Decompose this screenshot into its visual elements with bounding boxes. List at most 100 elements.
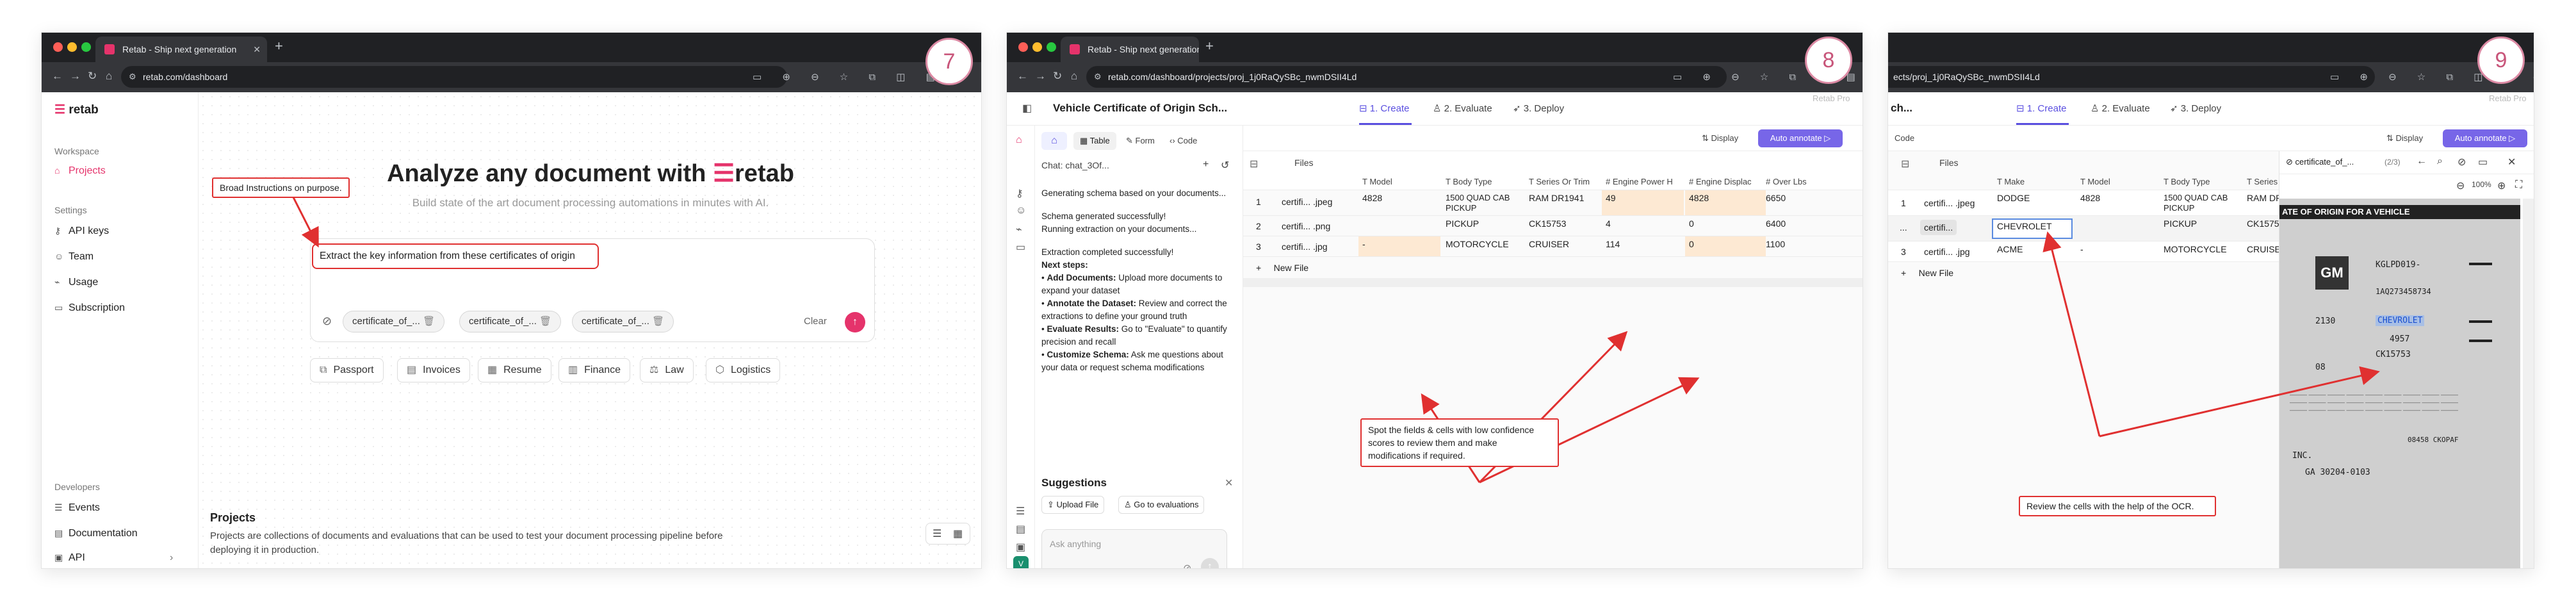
forward-icon[interactable]: → <box>1035 70 1046 83</box>
maximize-window-button[interactable] <box>1047 42 1056 52</box>
address-bar[interactable]: ⚙ retab.com/dashboard/projects/proj_1j0R… <box>1086 66 1727 88</box>
book-icon[interactable]: ▤ <box>1016 523 1025 536</box>
tab-deploy[interactable]: ➶ 3. Deploy <box>1513 103 1564 114</box>
home-icon[interactable]: ⌂ <box>1071 70 1077 83</box>
attach-icon[interactable]: ⊘ <box>2458 156 2466 168</box>
back-icon[interactable]: ← <box>1017 70 1028 83</box>
collapse-icon[interactable]: ⊟ <box>1250 158 1258 170</box>
new-chat-icon[interactable]: + <box>1203 159 1209 170</box>
key-icon[interactable]: ⚷ <box>1016 187 1023 200</box>
table-row[interactable]: 3 certifi... .jpg ACME - MOTORCYCLE CRUI… <box>1888 242 2281 262</box>
previous-icon[interactable]: ← <box>2417 156 2427 167</box>
display-button[interactable]: ⇅ Display <box>1702 133 1738 144</box>
search-icon[interactable]: ⌕ <box>2437 156 2443 167</box>
view-code-tab[interactable]: Code <box>1895 133 1914 143</box>
table-row[interactable]: 2 certifi... .png PICKUP CK15753 4 0 640… <box>1243 216 1863 236</box>
sidebar-item-events[interactable]: ☰ Events <box>54 502 100 514</box>
tab-deploy[interactable]: ➶ 3. Deploy <box>2170 103 2221 114</box>
suggestion-go-to-evaluations[interactable]: ♙ Go to evaluations <box>1118 496 1205 514</box>
browser-tab[interactable]: Retab - Ship next generation ✕ <box>95 37 267 62</box>
tab-evaluate[interactable]: ♙ 2. Evaluate <box>2091 103 2150 114</box>
prompt-box[interactable]: Extract the key information from these c… <box>310 238 875 342</box>
sidebar-item-usage[interactable]: ⌁ Usage <box>54 277 98 288</box>
reload-icon[interactable]: ↻ <box>1053 70 1062 83</box>
list-icon[interactable]: ☰ <box>1016 505 1025 518</box>
column-header[interactable]: T Body Type <box>2164 177 2210 186</box>
forward-icon[interactable]: → <box>70 70 81 83</box>
fullscreen-icon[interactable]: ⛶ <box>2515 179 2522 191</box>
table-row[interactable]: 3 certifi... .jpg - MOTORCYCLE CRUISER 1… <box>1243 236 1863 257</box>
table-row[interactable]: 1 certifi... .jpeg 4828 1500 QUAD CAB PI… <box>1243 190 1863 216</box>
sidebar-toggle-icon[interactable]: ◧ <box>1022 102 1032 115</box>
back-icon[interactable]: ← <box>52 70 63 83</box>
minimize-window-button[interactable] <box>67 42 77 52</box>
column-header[interactable]: T Body Type <box>1446 177 1492 186</box>
document-tab[interactable]: ⊘ certificate_of_... <box>2286 157 2354 167</box>
sidebar-item-api[interactable]: ▣ API › <box>54 552 173 564</box>
card-icon[interactable]: ▭ <box>1016 241 1025 254</box>
reload-icon[interactable]: ↻ <box>88 70 97 83</box>
new-file-button[interactable]: + New File <box>1901 268 1953 278</box>
category-passport[interactable]: ⧉ Passport <box>310 358 384 382</box>
sidebar-item-subscription[interactable]: ▭ Subscription <box>54 302 125 314</box>
ocr-highlight[interactable]: CHEVROLET <box>2376 315 2425 326</box>
trash-icon[interactable]: 🗑 <box>652 316 664 327</box>
comment-icon[interactable]: ▭ <box>2478 156 2488 168</box>
category-resume[interactable]: ▦ Resume <box>478 358 551 382</box>
maximize-window-button[interactable] <box>81 42 91 52</box>
usage-icon[interactable]: ⌁ <box>1016 223 1022 236</box>
attachment-chip[interactable]: certificate_of_... 🗑 <box>343 311 445 332</box>
attachment-chip[interactable]: certificate_of_... 🗑 <box>459 311 562 332</box>
paperclip-icon[interactable]: ⊘ <box>322 315 332 328</box>
new-file-button[interactable]: + New File <box>1256 263 1308 273</box>
address-bar[interactable]: ects/proj_1j0RaQySBc_nwmDSII4Ld <box>1888 66 2375 88</box>
api-icon[interactable]: ▣ <box>1016 541 1025 554</box>
tab-evaluate[interactable]: ♙ 2. Evaluate <box>1433 103 1492 114</box>
auto-annotate-button[interactable]: Auto annotate ▷ <box>1758 129 1843 147</box>
category-finance[interactable]: ▥ Finance <box>558 358 631 382</box>
column-header[interactable]: # Engine Power H <box>1606 177 1677 186</box>
column-header[interactable]: T Series Or Trim <box>1529 177 1590 186</box>
table-row-selected[interactable]: ... certifi... CHEVROLET PICKUP CK1575 <box>1888 216 2279 242</box>
sidebar-item-api-keys[interactable]: ⚷ API keys <box>54 226 109 237</box>
view-code-tab[interactable]: ‹› Code <box>1170 132 1197 150</box>
clear-button[interactable]: Clear <box>804 316 827 327</box>
auto-annotate-button[interactable]: Auto annotate ▷ <box>2443 129 2527 147</box>
list-view-icon[interactable]: ☰ <box>933 527 942 540</box>
table-row[interactable]: 1 certifi... .jpeg DODGE 4828 1500 QUAD … <box>1888 190 2282 216</box>
close-icon[interactable]: ✕ <box>1225 477 1233 489</box>
close-window-button[interactable] <box>53 42 63 52</box>
tab-create[interactable]: ⊟ 1. Create <box>1359 103 1409 114</box>
suggestion-upload-file[interactable]: ⇪ Upload File <box>1041 496 1105 514</box>
zoom-in-icon[interactable]: ⊕ <box>2497 179 2506 192</box>
close-tab-icon[interactable]: ✕ <box>253 37 261 62</box>
collapse-icon[interactable]: ⊟ <box>1901 158 1909 170</box>
trash-icon[interactable]: 🗑 <box>423 316 435 327</box>
category-invoices[interactable]: ▤ Invoices <box>397 358 470 382</box>
category-logistics[interactable]: ⬡ Logistics <box>706 358 781 382</box>
send-button[interactable]: ↑ <box>1201 558 1219 568</box>
team-icon[interactable]: ☺ <box>1016 205 1026 217</box>
column-header[interactable]: # Engine Displac <box>1689 177 1758 186</box>
scrollbar[interactable] <box>1243 278 1863 287</box>
column-header[interactable]: # Over Lbs <box>1766 177 1807 186</box>
browser-tab[interactable]: Retab - Ship next generation <box>1061 37 1199 62</box>
prompt-input[interactable]: Extract the key information from these c… <box>312 243 599 269</box>
sidebar-item-documentation[interactable]: ▤ Documentation <box>54 528 138 539</box>
viewer-scrollbar[interactable] <box>2523 199 2534 568</box>
tab-create[interactable]: ⊟ 1. Create <box>2016 103 2066 114</box>
home-icon[interactable]: ⌂ <box>1016 135 1022 146</box>
close-icon[interactable]: ✕ <box>2507 156 2516 168</box>
address-bar[interactable]: ⚙ retab.com/dashboard <box>121 66 787 88</box>
sidebar-item-team[interactable]: ☺ Team <box>54 251 94 263</box>
view-table-tab[interactable]: ▦ Table <box>1073 132 1116 150</box>
view-form-tab[interactable]: ✎ Form <box>1126 132 1155 150</box>
new-tab-icon[interactable]: + <box>1205 38 1214 54</box>
sidebar-item-projects[interactable]: ⌂ Projects <box>54 165 106 177</box>
category-law[interactable]: ⚖ Law <box>640 358 694 382</box>
trash-icon[interactable]: 🗑 <box>539 316 551 327</box>
attachment-chip[interactable]: certificate_of_... 🗑 <box>572 311 674 332</box>
column-header[interactable]: T Make <box>1997 177 2025 186</box>
column-header[interactable]: T Model <box>1362 177 1392 186</box>
history-icon[interactable]: ↺ <box>1221 159 1229 172</box>
